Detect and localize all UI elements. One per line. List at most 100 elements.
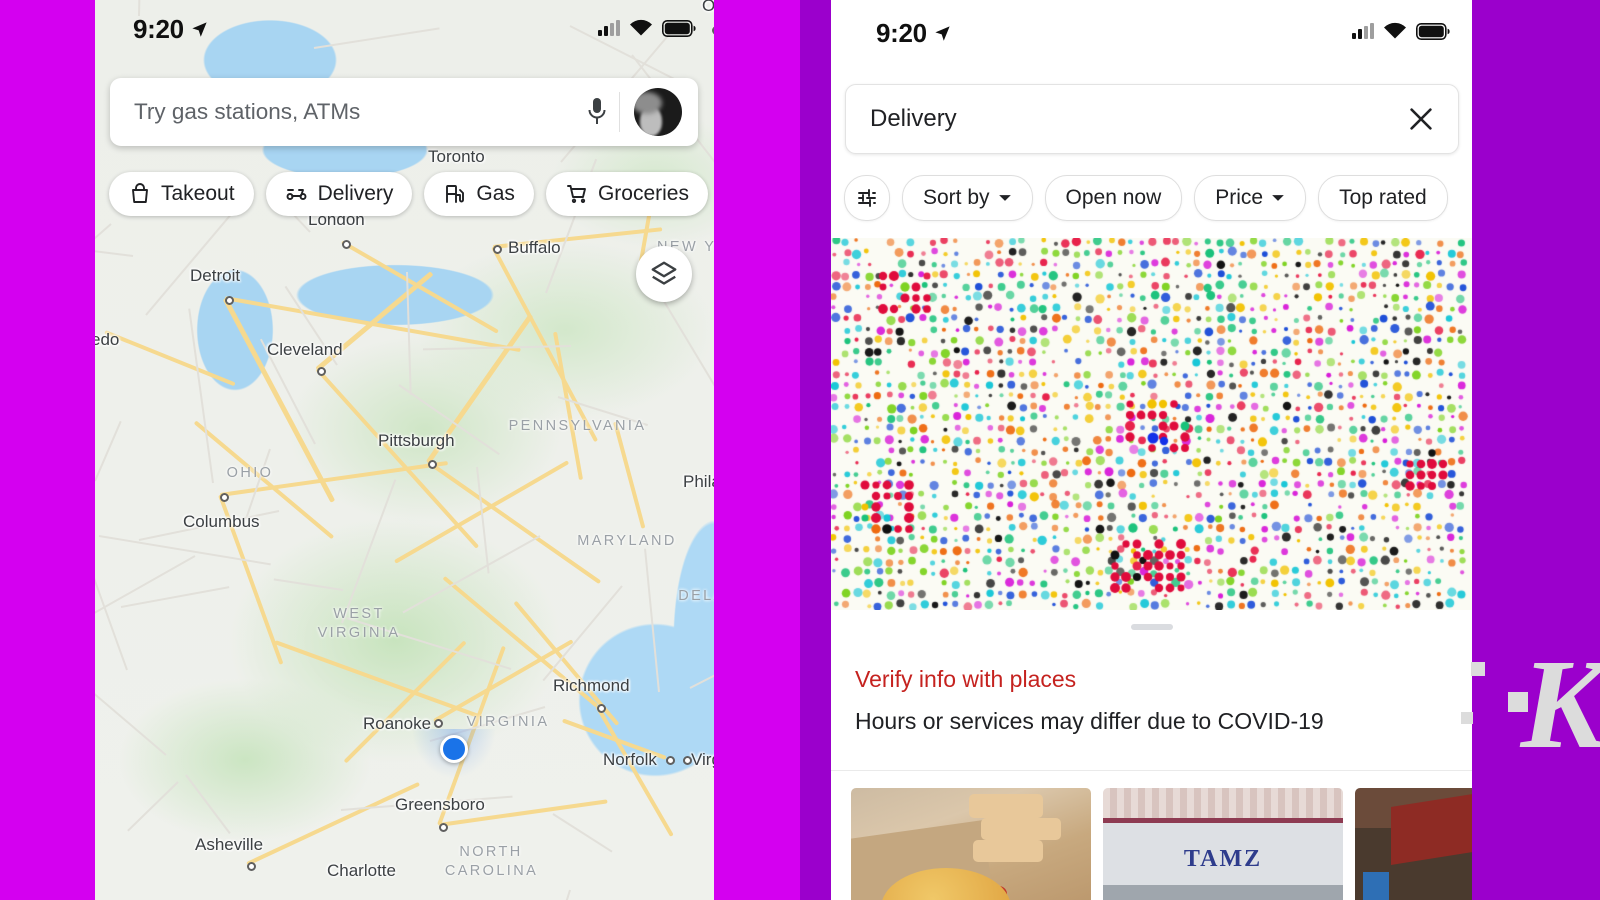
category-chip-label: Gas (476, 182, 515, 206)
status-icons (598, 19, 696, 37)
navigation-arrow-icon (190, 20, 209, 39)
photo-card[interactable] (851, 788, 1091, 900)
map-city-label[interactable]: Richmond (553, 676, 630, 696)
map-preview-pixelated[interactable] (831, 238, 1472, 610)
map-city-label[interactable]: Buffalo (508, 238, 561, 258)
status-time-label: 9:20 (876, 18, 927, 49)
category-chip-label: Groceries (598, 182, 689, 206)
map-state-label: MARYLAND (567, 533, 687, 549)
map-city-dot-icon[interactable] (434, 719, 443, 728)
map-city-label[interactable]: Philadelphia (683, 472, 714, 492)
photo-card[interactable]: TAMZ (1103, 788, 1343, 900)
map-state-label: DELAWARE (664, 588, 714, 604)
map-road (246, 782, 420, 866)
map-state-label: NORTH (452, 844, 530, 860)
wifi-icon (1383, 22, 1407, 40)
map-city-dot-icon[interactable] (428, 460, 437, 469)
map-city-label[interactable]: Cleveland (267, 340, 343, 360)
battery-full-icon (1416, 23, 1450, 40)
map-city-dot-icon[interactable] (493, 245, 502, 254)
filter-chip-label: Price (1215, 186, 1263, 210)
left-phone-screenshot: OttawaTorontoLondonBuffaloDetroitedoClev… (95, 0, 714, 900)
avatar[interactable] (634, 88, 682, 136)
map-city-label[interactable]: Asheville (195, 835, 263, 855)
map-state-label: OHIO (215, 465, 285, 481)
map-road (274, 578, 343, 591)
map-road (690, 617, 714, 689)
photo-card[interactable] (1355, 788, 1472, 900)
map-city-label[interactable]: Virginia Beach (691, 750, 714, 770)
photo-carousel[interactable]: TAMZ (851, 788, 1472, 900)
filter-chip-open-now[interactable]: Open now (1045, 175, 1183, 221)
map-road (95, 421, 122, 481)
category-chip-gas[interactable]: Gas (424, 172, 534, 216)
category-chip-takeout[interactable]: Takeout (109, 172, 254, 216)
watermark-logo: K (1521, 640, 1600, 768)
search-input[interactable]: Try gas stations, ATMs (134, 99, 585, 125)
filter-chip-top-rated[interactable]: Top rated (1318, 175, 1448, 221)
map-road (595, 705, 673, 837)
filter-chip-label: Sort by (923, 186, 990, 210)
map-city-dot-icon[interactable] (317, 367, 326, 376)
map-road (104, 330, 235, 386)
map-layers-button[interactable] (636, 246, 692, 302)
map-city-label[interactable]: edo (95, 330, 119, 350)
filter-chip-options[interactable] (844, 175, 890, 221)
filter-chip-label: Open now (1066, 186, 1162, 210)
search-input[interactable]: Delivery (870, 105, 1406, 133)
map-city-dot-icon[interactable] (220, 493, 229, 502)
search-bar[interactable]: Delivery (845, 84, 1459, 154)
verify-info-link[interactable]: Verify info with places (855, 666, 1076, 693)
battery-full-icon (662, 20, 696, 37)
search-bar[interactable]: Try gas stations, ATMs (110, 78, 698, 146)
filter-chip-row[interactable]: Sort by Open now Price Top rated (844, 175, 1448, 221)
filter-chip-price[interactable]: Price (1194, 175, 1306, 221)
category-chip-row[interactable]: Takeout Delivery Gas Groceries (109, 172, 714, 216)
map-road (95, 674, 166, 756)
map-state-label: NEW JERS (713, 528, 714, 544)
close-x-icon[interactable] (1406, 104, 1436, 134)
chevron-down-icon (1271, 191, 1285, 205)
filter-chip-label: Top rated (1339, 186, 1427, 210)
right-phone-screenshot: 9:20 Delivery Sort by Open now Price Top… (831, 0, 1472, 900)
map-city-label[interactable]: Detroit (190, 266, 240, 286)
search-divider (619, 92, 620, 132)
map-city-dot-icon[interactable] (683, 756, 692, 765)
map-city-label[interactable]: Toronto (428, 147, 485, 167)
map-road (185, 775, 230, 834)
verify-info-subtitle: Hours or services may differ due to COVI… (855, 708, 1324, 735)
map-city-label[interactable]: Columbus (183, 512, 260, 532)
map-layers-icon (649, 259, 679, 289)
map-city-dot-icon[interactable] (247, 862, 256, 871)
map-city-label[interactable]: Norfolk (603, 750, 657, 770)
category-chip-groceries[interactable]: Groceries (546, 172, 708, 216)
map-city-dot-icon[interactable] (666, 756, 675, 765)
map-city-dot-icon[interactable] (342, 240, 351, 249)
map-city-label[interactable]: Pittsburgh (378, 431, 455, 451)
map-road (476, 467, 490, 574)
map-road (553, 813, 613, 852)
filter-chip-sort-by[interactable]: Sort by (902, 175, 1033, 221)
category-chip-label: Delivery (318, 182, 394, 206)
map-city-dot-icon[interactable] (439, 823, 448, 832)
wifi-icon (629, 19, 653, 37)
map-road (127, 782, 178, 832)
chevron-down-icon (998, 191, 1012, 205)
status-bar: 9:20 (95, 0, 714, 62)
drag-handle[interactable] (1131, 624, 1173, 630)
map-state-label: VIRGINIA (457, 714, 559, 730)
map-state-label: WEST (329, 606, 389, 622)
cellular-signal-icon (1352, 23, 1374, 39)
map-state-label: VIRGINIA (308, 625, 410, 641)
location-dot-icon (440, 735, 468, 763)
map-city-dot-icon[interactable] (597, 704, 606, 713)
map-city-label[interactable]: Charlotte (327, 861, 396, 881)
map-city-dot-icon[interactable] (225, 296, 234, 305)
microphone-icon[interactable] (585, 96, 609, 128)
watermark-letter: K (1521, 633, 1600, 775)
map-road (95, 245, 133, 257)
map-road (527, 889, 571, 900)
category-chip-delivery[interactable]: Delivery (266, 172, 413, 216)
moped-delivery-icon (285, 182, 309, 206)
shopping-cart-icon (565, 182, 589, 206)
